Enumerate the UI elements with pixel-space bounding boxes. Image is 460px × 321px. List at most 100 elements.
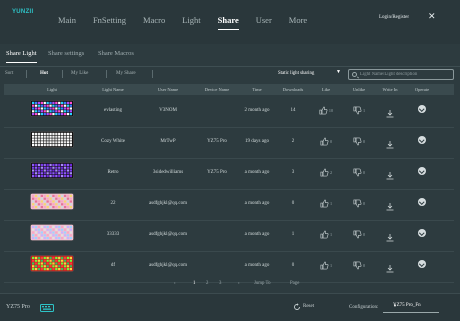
nav-item-light[interactable]: Light <box>182 15 200 25</box>
pagination: ‹ 1 2 3 › Jump To Page <box>0 281 460 291</box>
light-preview-thumbnail <box>30 131 74 148</box>
close-icon[interactable]: ✕ <box>428 11 436 22</box>
thumbs-down-icon <box>353 168 362 177</box>
configuration-label: Configuration: <box>349 305 379 310</box>
download-icon[interactable] <box>386 198 395 216</box>
nav-item-main[interactable]: Main <box>58 15 76 25</box>
device-name-cell: YZ75 Pro <box>207 170 227 175</box>
column-header-time: Time <box>252 86 262 92</box>
light-name-cell: 22 <box>110 201 116 206</box>
like-count: 10 <box>328 108 334 113</box>
divider <box>62 70 63 78</box>
unlike-button[interactable]: 1 <box>353 106 365 115</box>
filter-hot[interactable]: Hot <box>40 71 48 76</box>
like-button[interactable]: 0 <box>320 137 332 146</box>
user-name-cell: 3sidedwilliams <box>152 170 184 175</box>
divider <box>152 70 153 78</box>
light-name-cell: Cozy White <box>101 139 125 144</box>
unlike-button[interactable]: 0 <box>353 230 365 239</box>
nav-item-share[interactable]: Share <box>217 15 239 30</box>
user-name-cell: asdfghjkl@qq.com <box>148 201 188 206</box>
unlike-count: 0 <box>362 139 366 144</box>
thumbs-up-icon <box>320 230 329 239</box>
operate-dropdown-icon[interactable] <box>418 136 426 144</box>
time-cell: a month ago <box>244 232 270 237</box>
thumbs-down-icon <box>353 199 362 208</box>
like-button[interactable]: 1 <box>320 230 332 239</box>
downloads-cell: 2 <box>291 139 295 144</box>
light-name-cell: df <box>110 263 116 268</box>
unlike-button[interactable]: 0 <box>353 137 365 146</box>
dropdown-arrow-icon[interactable]: ▼ <box>336 70 341 75</box>
keyboard-icon[interactable] <box>40 303 54 312</box>
operate-dropdown-icon[interactable] <box>418 260 426 268</box>
thumbs-up-icon <box>319 106 328 115</box>
like-button[interactable]: 1 <box>320 199 332 208</box>
like-button[interactable]: 1 <box>320 261 332 270</box>
login-register-link[interactable]: Login/Register <box>379 15 409 20</box>
nav-item-user[interactable]: User <box>256 15 272 25</box>
download-icon[interactable] <box>386 136 395 154</box>
operate-dropdown-icon[interactable] <box>418 198 426 206</box>
user-name-cell: asdfghjkl@qq.com <box>148 232 188 237</box>
brand-logo: YUNZII <box>12 9 34 15</box>
next-page-button[interactable]: › <box>238 281 240 286</box>
light-name-cell: Retro <box>107 170 119 175</box>
user-name-cell: V3NOM <box>159 108 177 113</box>
downloads-cell: 14 <box>290 108 296 113</box>
prev-page-button[interactable]: ‹ <box>174 281 176 286</box>
thumbs-down-icon <box>353 137 362 146</box>
page-3-button[interactable]: 3 <box>219 281 221 286</box>
nav-item-more[interactable]: More <box>289 15 307 25</box>
light-type-dropdown[interactable]: Static light sharing <box>278 71 314 76</box>
configuration-value: YZ75 Pro_Fn <box>393 303 421 308</box>
bottom-bar: YZ75 Pro Reset Configuration: YZ75 Pro_F… <box>0 293 460 321</box>
table-row: evlasting V3NOM 2 month ago 14 10 1 <box>4 97 454 128</box>
light-preview-thumbnail <box>30 193 74 210</box>
tab-share-macros[interactable]: Share Macros <box>98 50 134 57</box>
page-1-button[interactable]: 1 <box>193 281 195 286</box>
tab-share-settings[interactable]: Share settings <box>48 50 84 57</box>
download-icon[interactable] <box>386 260 395 278</box>
page-label: Page <box>290 281 300 286</box>
divider <box>106 70 107 78</box>
column-header-light-name: Light Name <box>102 86 124 92</box>
thumbs-up-icon <box>320 168 329 177</box>
nav-item-fnsetting[interactable]: FnSetting <box>93 15 126 25</box>
nav-item-macro[interactable]: Macro <box>143 15 165 25</box>
reset-button[interactable]: Reset <box>303 304 314 309</box>
main-nav: Main FnSetting Macro Light Share User Mo… <box>58 15 324 30</box>
top-bar: YUNZII Main FnSetting Macro Light Share … <box>0 0 460 44</box>
unlike-button[interactable]: 0 <box>353 168 365 177</box>
like-button[interactable]: 10 <box>319 106 333 115</box>
like-count: 0 <box>329 139 333 144</box>
table-row: df asdfghjkl@qq.com a month ago 0 1 0 <box>4 252 454 283</box>
subtab-bar: Share Light Share settings Share Macros <box>0 44 460 66</box>
user-name-cell: asdfghjkl@qq.com <box>148 263 188 268</box>
configuration-select[interactable]: YZ75 Pro_Fn ▼ <box>383 303 439 313</box>
unlike-count: 0 <box>362 232 366 237</box>
search-input[interactable] <box>360 70 452 79</box>
operate-dropdown-icon[interactable] <box>418 105 426 113</box>
divider <box>0 66 460 67</box>
filter-my-share[interactable]: My Share <box>116 71 136 76</box>
unlike-button[interactable]: 0 <box>353 199 365 208</box>
column-header-operate: Operate <box>414 86 430 92</box>
like-count: 2 <box>329 170 333 175</box>
download-icon[interactable] <box>386 167 395 185</box>
like-button[interactable]: 2 <box>320 168 332 177</box>
reset-icon[interactable] <box>293 303 301 311</box>
time-cell: 19 days ago <box>245 139 269 144</box>
unlike-button[interactable]: 0 <box>353 261 365 270</box>
unlike-count: 0 <box>362 201 366 206</box>
sort-label: Sort <box>5 71 14 76</box>
page-2-button[interactable]: 2 <box>206 281 208 286</box>
operate-dropdown-icon[interactable] <box>418 229 426 237</box>
download-icon[interactable] <box>386 105 395 123</box>
operate-dropdown-icon[interactable] <box>418 167 426 175</box>
search-box[interactable] <box>348 69 454 80</box>
download-icon[interactable] <box>386 229 395 247</box>
tab-share-light[interactable]: Share Light <box>6 50 37 63</box>
filter-my-like[interactable]: My Like <box>71 71 88 76</box>
downloads-cell: 0 <box>291 201 295 206</box>
